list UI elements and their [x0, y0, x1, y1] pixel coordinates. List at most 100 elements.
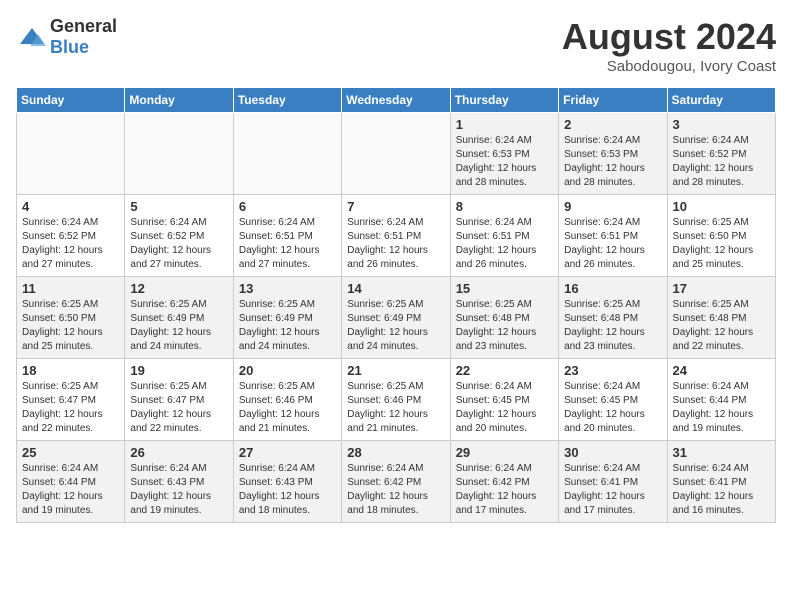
calendar-cell: 5 Sunrise: 6:24 AM Sunset: 6:52 PM Daylig…	[125, 195, 233, 277]
calendar-cell: 21 Sunrise: 6:25 AM Sunset: 6:46 PM Dayli…	[342, 359, 450, 441]
calendar-cell: 11 Sunrise: 6:25 AM Sunset: 6:50 PM Dayli…	[17, 277, 125, 359]
day-of-week-header: Friday	[559, 88, 667, 113]
day-number: 25	[22, 445, 119, 460]
day-of-week-header: Sunday	[17, 88, 125, 113]
logo: General Blue	[16, 16, 117, 58]
calendar-cell: 1Sunrise: 6:24 AM Sunset: 6:53 PM Daylig…	[450, 113, 558, 195]
calendar-cell	[125, 113, 233, 195]
day-of-week-header: Thursday	[450, 88, 558, 113]
day-number: 26	[130, 445, 227, 460]
calendar-cell: 8 Sunrise: 6:24 AM Sunset: 6:51 PM Daylig…	[450, 195, 558, 277]
day-info: Sunrise: 6:25 AM Sunset: 6:46 PM Dayligh…	[239, 380, 336, 436]
day-number: 23	[564, 363, 661, 378]
calendar-cell: 10 Sunrise: 6:25 AM Sunset: 6:50 PM Dayli…	[667, 195, 775, 277]
calendar-week-row: 4 Sunrise: 6:24 AM Sunset: 6:52 PM Daylig…	[17, 195, 776, 277]
day-number: 22	[456, 363, 553, 378]
calendar-cell: 22 Sunrise: 6:24 AM Sunset: 6:45 PM Dayli…	[450, 359, 558, 441]
day-info: Sunrise: 6:24 AM Sunset: 6:43 PM Dayligh…	[239, 462, 336, 518]
calendar-cell: 25 Sunrise: 6:24 AM Sunset: 6:44 PM Dayli…	[17, 441, 125, 523]
calendar-cell: 2 Sunrise: 6:24 AM Sunset: 6:53 PM Daylig…	[559, 113, 667, 195]
day-info: Sunrise: 6:25 AM Sunset: 6:50 PM Dayligh…	[673, 216, 770, 272]
page-header: General Blue August 2024 Sabodougou, Ivo…	[16, 16, 776, 75]
calendar-cell: 4 Sunrise: 6:24 AM Sunset: 6:52 PM Daylig…	[17, 195, 125, 277]
calendar-cell: 15Sunrise: 6:25 AM Sunset: 6:48 PM Dayli…	[450, 277, 558, 359]
calendar-cell: 31 Sunrise: 6:24 AM Sunset: 6:41 PM Dayli…	[667, 441, 775, 523]
day-number: 5	[130, 199, 227, 214]
day-number: 9	[564, 199, 661, 214]
day-number: 31	[673, 445, 770, 460]
calendar-cell	[342, 113, 450, 195]
day-info: Sunrise: 6:24 AM Sunset: 6:41 PM Dayligh…	[673, 462, 770, 518]
day-info: Sunrise: 6:24 AM Sunset: 6:44 PM Dayligh…	[673, 380, 770, 436]
day-info: Sunrise: 6:25 AM Sunset: 6:47 PM Dayligh…	[22, 380, 119, 436]
day-number: 27	[239, 445, 336, 460]
day-info: Sunrise: 6:25 AM Sunset: 6:48 PM Dayligh…	[564, 298, 661, 354]
calendar-cell: 23 Sunrise: 6:24 AM Sunset: 6:45 PM Dayli…	[559, 359, 667, 441]
calendar-cell: 27 Sunrise: 6:24 AM Sunset: 6:43 PM Dayli…	[233, 441, 341, 523]
day-number: 11	[22, 281, 119, 296]
day-number: 2	[564, 117, 661, 132]
calendar-header-row: SundayMondayTuesdayWednesdayThursdayFrid…	[17, 88, 776, 113]
day-number: 24	[673, 363, 770, 378]
day-info: Sunrise: 6:24 AM Sunset: 6:45 PM Dayligh…	[564, 380, 661, 436]
day-number: 13	[239, 281, 336, 296]
day-info: Sunrise: 6:25 AM Sunset: 6:49 PM Dayligh…	[347, 298, 444, 354]
day-info: Sunrise: 6:24 AM Sunset: 6:53 PM Dayligh…	[564, 134, 661, 190]
day-info: Sunrise: 6:24 AM Sunset: 6:45 PM Dayligh…	[456, 380, 553, 436]
day-info: Sunrise: 6:24 AM Sunset: 6:51 PM Dayligh…	[347, 216, 444, 272]
day-info: Sunrise: 6:24 AM Sunset: 6:42 PM Dayligh…	[456, 462, 553, 518]
day-number: 6	[239, 199, 336, 214]
day-number: 29	[456, 445, 553, 460]
calendar-cell: 24 Sunrise: 6:24 AM Sunset: 6:44 PM Dayli…	[667, 359, 775, 441]
day-info: Sunrise: 6:24 AM Sunset: 6:41 PM Dayligh…	[564, 462, 661, 518]
calendar-table: SundayMondayTuesdayWednesdayThursdayFrid…	[16, 87, 776, 523]
month-year-title: August 2024	[562, 16, 776, 58]
day-of-week-header: Wednesday	[342, 88, 450, 113]
calendar-cell: 20Sunrise: 6:25 AM Sunset: 6:46 PM Dayli…	[233, 359, 341, 441]
day-of-week-header: Saturday	[667, 88, 775, 113]
calendar-cell: 3Sunrise: 6:24 AM Sunset: 6:52 PM Daylig…	[667, 113, 775, 195]
day-info: Sunrise: 6:25 AM Sunset: 6:48 PM Dayligh…	[456, 298, 553, 354]
day-number: 21	[347, 363, 444, 378]
day-number: 19	[130, 363, 227, 378]
day-number: 10	[673, 199, 770, 214]
title-block: August 2024 Sabodougou, Ivory Coast	[562, 16, 776, 75]
day-info: Sunrise: 6:25 AM Sunset: 6:50 PM Dayligh…	[22, 298, 119, 354]
calendar-cell: 26 Sunrise: 6:24 AM Sunset: 6:43 PM Dayli…	[125, 441, 233, 523]
day-of-week-header: Tuesday	[233, 88, 341, 113]
day-info: Sunrise: 6:24 AM Sunset: 6:52 PM Dayligh…	[22, 216, 119, 272]
calendar-week-row: 18 Sunrise: 6:25 AM Sunset: 6:47 PM Dayli…	[17, 359, 776, 441]
calendar-cell: 7 Sunrise: 6:24 AM Sunset: 6:51 PM Daylig…	[342, 195, 450, 277]
day-info: Sunrise: 6:25 AM Sunset: 6:46 PM Dayligh…	[347, 380, 444, 436]
day-number: 12	[130, 281, 227, 296]
day-number: 17	[673, 281, 770, 296]
day-number: 28	[347, 445, 444, 460]
logo-icon	[18, 26, 46, 48]
calendar-cell	[233, 113, 341, 195]
day-number: 4	[22, 199, 119, 214]
calendar-week-row: 25 Sunrise: 6:24 AM Sunset: 6:44 PM Dayli…	[17, 441, 776, 523]
calendar-cell: 14 Sunrise: 6:25 AM Sunset: 6:49 PM Dayli…	[342, 277, 450, 359]
day-number: 14	[347, 281, 444, 296]
day-info: Sunrise: 6:25 AM Sunset: 6:49 PM Dayligh…	[239, 298, 336, 354]
day-number: 8	[456, 199, 553, 214]
calendar-week-row: 11 Sunrise: 6:25 AM Sunset: 6:50 PM Dayli…	[17, 277, 776, 359]
logo-general: General	[50, 16, 117, 36]
calendar-cell: 30Sunrise: 6:24 AM Sunset: 6:41 PM Dayli…	[559, 441, 667, 523]
day-number: 7	[347, 199, 444, 214]
logo-blue: Blue	[50, 37, 89, 57]
day-info: Sunrise: 6:24 AM Sunset: 6:51 PM Dayligh…	[456, 216, 553, 272]
calendar-week-row: 1Sunrise: 6:24 AM Sunset: 6:53 PM Daylig…	[17, 113, 776, 195]
calendar-cell	[17, 113, 125, 195]
calendar-cell: 18 Sunrise: 6:25 AM Sunset: 6:47 PM Dayli…	[17, 359, 125, 441]
calendar-cell: 19Sunrise: 6:25 AM Sunset: 6:47 PM Dayli…	[125, 359, 233, 441]
day-info: Sunrise: 6:24 AM Sunset: 6:52 PM Dayligh…	[130, 216, 227, 272]
day-info: Sunrise: 6:24 AM Sunset: 6:43 PM Dayligh…	[130, 462, 227, 518]
day-info: Sunrise: 6:24 AM Sunset: 6:51 PM Dayligh…	[564, 216, 661, 272]
day-info: Sunrise: 6:24 AM Sunset: 6:44 PM Dayligh…	[22, 462, 119, 518]
day-info: Sunrise: 6:24 AM Sunset: 6:52 PM Dayligh…	[673, 134, 770, 190]
calendar-cell: 16Sunrise: 6:25 AM Sunset: 6:48 PM Dayli…	[559, 277, 667, 359]
day-number: 18	[22, 363, 119, 378]
day-info: Sunrise: 6:25 AM Sunset: 6:49 PM Dayligh…	[130, 298, 227, 354]
calendar-cell: 6Sunrise: 6:24 AM Sunset: 6:51 PM Daylig…	[233, 195, 341, 277]
